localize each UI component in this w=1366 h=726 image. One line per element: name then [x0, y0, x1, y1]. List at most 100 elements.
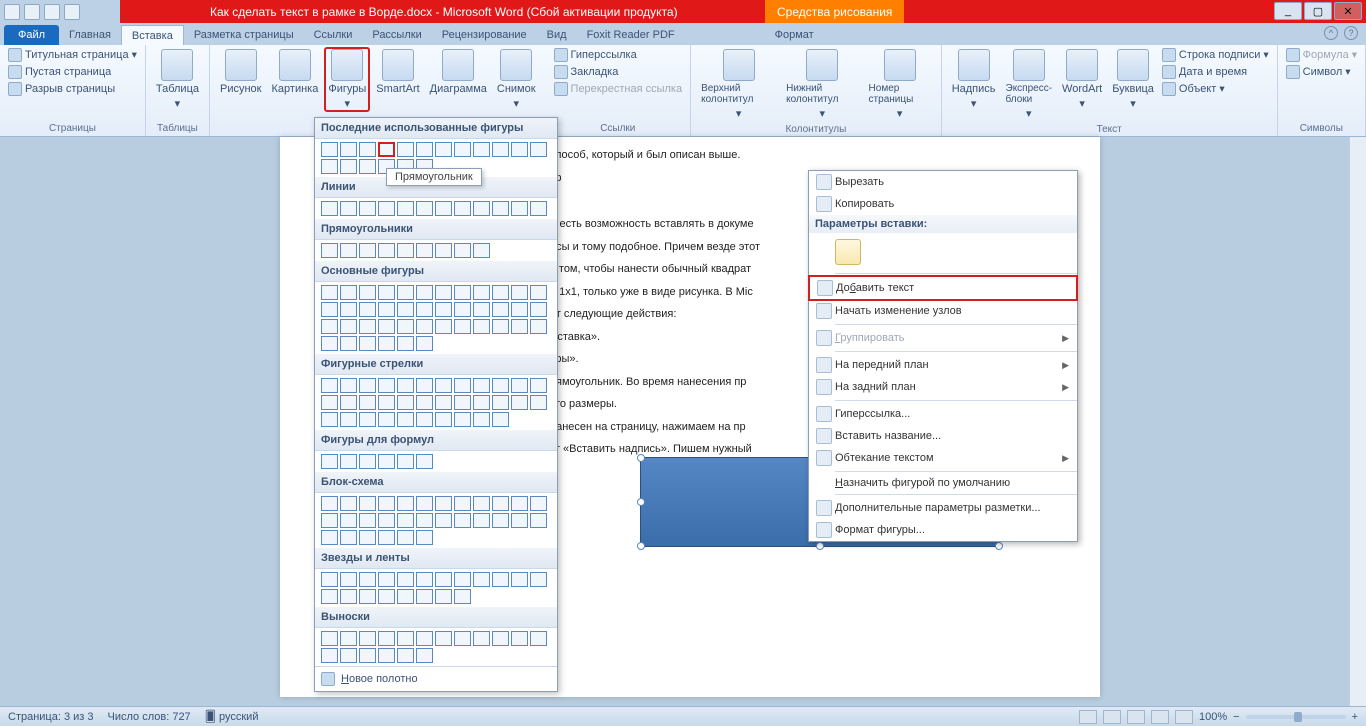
shape-glyph[interactable]: [530, 572, 547, 587]
menu-paste-option[interactable]: [809, 233, 1077, 271]
shape-glyph[interactable]: [359, 395, 376, 410]
menu-hyperlink[interactable]: Гиперссылка...: [809, 403, 1077, 425]
shape-glyph[interactable]: [378, 395, 395, 410]
shape-glyph[interactable]: [321, 572, 338, 587]
shape-glyph[interactable]: [359, 336, 376, 351]
chart-button[interactable]: Диаграмма: [426, 47, 491, 97]
shape-glyph[interactable]: [340, 302, 357, 317]
shape-glyph[interactable]: [492, 496, 509, 511]
shape-glyph[interactable]: [454, 142, 471, 157]
view-web[interactable]: [1127, 710, 1145, 724]
menu-send-back[interactable]: На задний план▶: [809, 376, 1077, 398]
paste-picture-icon[interactable]: [835, 239, 861, 265]
shape-glyph[interactable]: [511, 378, 528, 393]
shape-glyph[interactable]: [340, 530, 357, 545]
shape-glyph[interactable]: [454, 378, 471, 393]
view-draft[interactable]: [1175, 710, 1193, 724]
page-break-button[interactable]: Разрыв страницы: [6, 81, 117, 97]
shape-glyph[interactable]: [397, 285, 414, 300]
shape-glyph[interactable]: [321, 513, 338, 528]
shape-glyph[interactable]: [359, 159, 376, 174]
shape-glyph[interactable]: [378, 378, 395, 393]
shape-glyph[interactable]: [416, 378, 433, 393]
tab-layout[interactable]: Разметка страницы: [184, 25, 304, 45]
shape-glyph[interactable]: [416, 513, 433, 528]
shape-glyph[interactable]: [416, 395, 433, 410]
shape-glyph[interactable]: [492, 378, 509, 393]
shape-glyph[interactable]: [511, 201, 528, 216]
shape-glyph[interactable]: [435, 142, 452, 157]
shape-glyph[interactable]: [454, 572, 471, 587]
shape-glyph[interactable]: [530, 285, 547, 300]
shape-glyph[interactable]: [416, 496, 433, 511]
maximize-button[interactable]: ▢: [1304, 2, 1332, 20]
quickparts-button[interactable]: Экспресс-блоки ▾: [1002, 47, 1057, 122]
shape-glyph[interactable]: [378, 285, 395, 300]
close-button[interactable]: ✕: [1334, 2, 1362, 20]
shape-glyph[interactable]: [340, 631, 357, 646]
shape-glyph[interactable]: [340, 648, 357, 663]
shape-glyph[interactable]: [473, 496, 490, 511]
shape-glyph[interactable]: [416, 631, 433, 646]
shape-glyph[interactable]: [340, 412, 357, 427]
menu-format-shape[interactable]: Формат фигуры...: [809, 519, 1077, 541]
smartart-button[interactable]: SmartArt: [372, 47, 423, 97]
shape-glyph[interactable]: [454, 395, 471, 410]
shape-glyph[interactable]: [359, 530, 376, 545]
shape-glyph[interactable]: [397, 201, 414, 216]
header-button[interactable]: Верхний колонтитул ▾: [697, 47, 780, 122]
shape-glyph[interactable]: [416, 648, 433, 663]
shape-glyph[interactable]: [321, 496, 338, 511]
shape-glyph[interactable]: [492, 302, 509, 317]
shape-glyph[interactable]: [473, 412, 490, 427]
shape-glyph[interactable]: [378, 336, 395, 351]
shape-glyph[interactable]: [473, 631, 490, 646]
shape-glyph[interactable]: [340, 285, 357, 300]
shape-glyph[interactable]: [454, 496, 471, 511]
shape-glyph[interactable]: [359, 378, 376, 393]
shape-glyph[interactable]: [473, 285, 490, 300]
shape-glyph[interactable]: [473, 142, 490, 157]
shape-glyph[interactable]: [359, 142, 376, 157]
shape-glyph[interactable]: [416, 530, 433, 545]
redo-icon[interactable]: [64, 4, 80, 20]
status-words[interactable]: Число слов: 727: [108, 711, 191, 723]
zoom-out-button[interactable]: −: [1233, 711, 1239, 723]
shape-glyph[interactable]: [340, 572, 357, 587]
shape-glyph[interactable]: [473, 319, 490, 334]
view-print-layout[interactable]: [1079, 710, 1097, 724]
datetime-button[interactable]: Дата и время: [1160, 64, 1271, 80]
menu-text-wrap[interactable]: Обтекание текстом▶: [809, 447, 1077, 469]
shape-glyph[interactable]: [416, 454, 433, 469]
table-button[interactable]: Таблица ▾: [152, 47, 203, 112]
shape-glyph[interactable]: [321, 378, 338, 393]
shape-glyph[interactable]: [416, 201, 433, 216]
shape-glyph[interactable]: [340, 395, 357, 410]
shape-glyph[interactable]: [511, 319, 528, 334]
shape-glyph[interactable]: [454, 412, 471, 427]
shape-glyph[interactable]: [435, 243, 452, 258]
shape-glyph[interactable]: [321, 412, 338, 427]
shape-glyph[interactable]: [359, 302, 376, 317]
pagenum-button[interactable]: Номер страницы ▾: [865, 47, 935, 122]
shape-glyph[interactable]: [530, 142, 547, 157]
shape-glyph[interactable]: [530, 302, 547, 317]
shape-glyph[interactable]: [416, 572, 433, 587]
shape-glyph[interactable]: [416, 285, 433, 300]
shape-glyph[interactable]: [321, 395, 338, 410]
menu-bring-front[interactable]: На передний план▶: [809, 354, 1077, 376]
shape-glyph[interactable]: [378, 513, 395, 528]
shape-glyph[interactable]: [340, 201, 357, 216]
shape-glyph[interactable]: [435, 395, 452, 410]
shape-glyph[interactable]: [454, 285, 471, 300]
minimize-ribbon-icon[interactable]: ^: [1324, 26, 1338, 40]
shape-glyph[interactable]: [416, 243, 433, 258]
shape-glyph[interactable]: [454, 589, 471, 604]
status-page[interactable]: Страница: 3 из 3: [8, 711, 94, 723]
help-icon[interactable]: ?: [1344, 26, 1358, 40]
menu-edit-points[interactable]: Начать изменение узлов: [809, 300, 1077, 322]
tab-format[interactable]: Формат: [765, 25, 824, 45]
wordart-button[interactable]: WordArt ▾: [1058, 47, 1106, 112]
tab-mailings[interactable]: Рассылки: [362, 25, 431, 45]
clipart-button[interactable]: Картинка: [268, 47, 323, 97]
